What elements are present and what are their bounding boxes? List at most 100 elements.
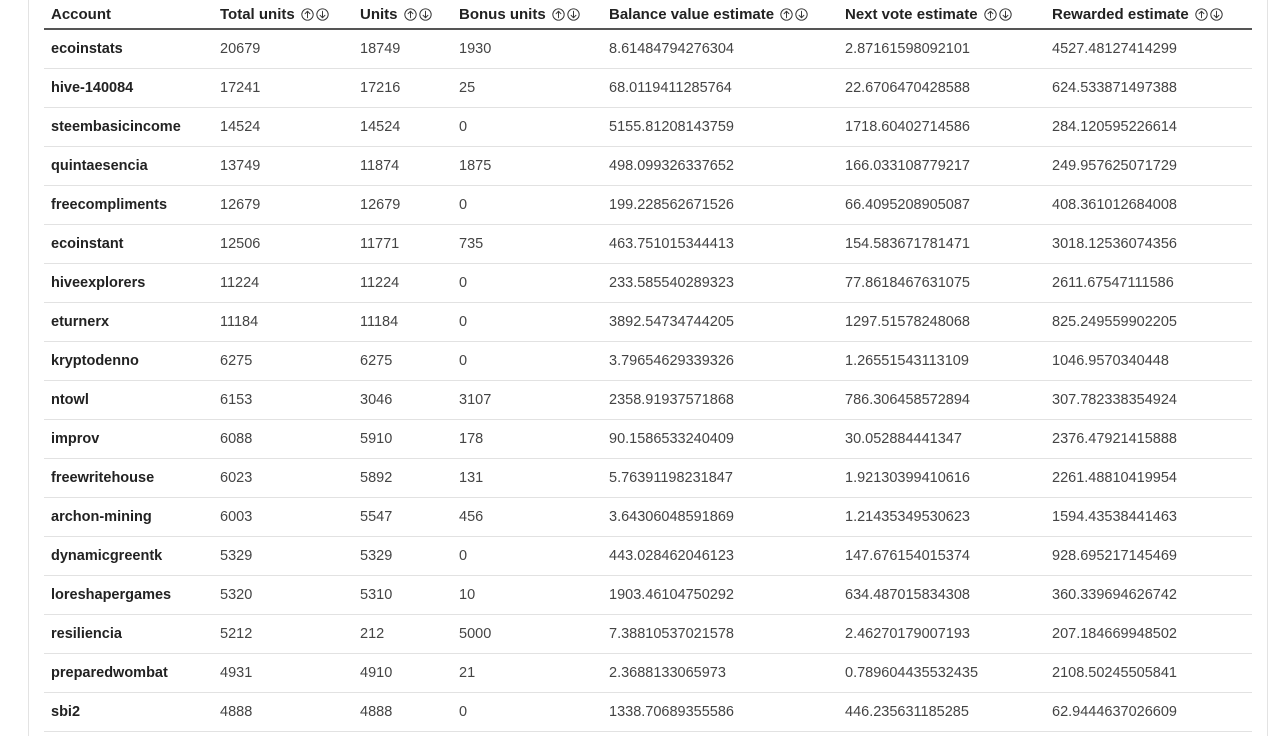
account-name: freecompliments bbox=[44, 185, 213, 225]
cell-balance-value-estimate: 3892.54734744205 bbox=[602, 302, 838, 342]
cell-balance-value-estimate: 5155.81208143759 bbox=[602, 107, 838, 147]
cell-next-vote-estimate: 30.052884441347 bbox=[838, 419, 1045, 459]
cell-rewarded-estimate: 1594.43538441463 bbox=[1045, 497, 1252, 537]
cell-rewarded-estimate: 2376.47921415888 bbox=[1045, 419, 1252, 459]
cell-bonus-units: 178 bbox=[452, 419, 602, 459]
arrow-down-circle-icon[interactable] bbox=[999, 7, 1012, 21]
account-name: ecoinstant bbox=[44, 224, 213, 264]
cell-next-vote-estimate: 77.8618467631075 bbox=[838, 263, 1045, 303]
cell-total-units: 6023 bbox=[213, 458, 353, 498]
cell-rewarded-estimate: 624.533871497388 bbox=[1045, 68, 1252, 108]
table-row: steembasicincome 14524 14524 0 5155.81208143… bbox=[44, 107, 1252, 147]
cell-next-vote-estimate: 1.92130399410616 bbox=[838, 458, 1045, 498]
cell-units: 18749 bbox=[353, 29, 452, 69]
cell-bonus-units: 10 bbox=[452, 575, 602, 615]
cell-bonus-units: 3107 bbox=[452, 380, 602, 420]
table-row: freecompliments 12679 12679 0 199.2285626715… bbox=[44, 185, 1252, 225]
account-name: ecoinstats bbox=[44, 29, 213, 69]
column-header-label: Account bbox=[51, 5, 111, 23]
cell-next-vote-estimate: 786.306458572894 bbox=[838, 380, 1045, 420]
cell-rewarded-estimate: 249.957625071729 bbox=[1045, 146, 1252, 186]
cell-total-units: 12679 bbox=[213, 185, 353, 225]
cell-units: 5310 bbox=[353, 575, 452, 615]
cell-bonus-units: 21 bbox=[452, 653, 602, 693]
arrow-up-circle-icon[interactable] bbox=[984, 7, 997, 21]
cell-units: 11184 bbox=[353, 302, 452, 342]
cell-balance-value-estimate: 463.751015344413 bbox=[602, 224, 838, 264]
table-row: improv 6088 5910 178 90.1586533240409 30.0528… bbox=[44, 419, 1252, 459]
cell-next-vote-estimate: 154.583671781471 bbox=[838, 224, 1045, 264]
column-header-rewarded-estimate: Rewarded estimate bbox=[1045, 0, 1252, 30]
cell-rewarded-estimate: 2261.48810419954 bbox=[1045, 458, 1252, 498]
cell-next-vote-estimate: 2.46270179007193 bbox=[838, 614, 1045, 654]
cell-balance-value-estimate: 5.76391198231847 bbox=[602, 458, 838, 498]
account-name: eturnerx bbox=[44, 302, 213, 342]
table-row: ecoinstats 20679 18749 1930 8.61484794276304… bbox=[44, 29, 1252, 69]
account-name: dynamicgreentk bbox=[44, 536, 213, 576]
cell-total-units: 12506 bbox=[213, 224, 353, 264]
cell-bonus-units: 1875 bbox=[452, 146, 602, 186]
cell-total-units: 13749 bbox=[213, 146, 353, 186]
cell-total-units: 6275 bbox=[213, 341, 353, 381]
table-row: ntowl 6153 3046 3107 2358.91937571868 786.306… bbox=[44, 380, 1252, 420]
cell-total-units: 5212 bbox=[213, 614, 353, 654]
table-row: hiveexplorers 11224 11224 0 233.585540289323… bbox=[44, 263, 1252, 303]
account-name: preparedwombat bbox=[44, 653, 213, 693]
cell-rewarded-estimate: 3018.12536074356 bbox=[1045, 224, 1252, 264]
cell-rewarded-estimate: 360.339694626742 bbox=[1045, 575, 1252, 615]
cell-units: 4888 bbox=[353, 692, 452, 732]
cell-total-units: 11224 bbox=[213, 263, 353, 303]
arrow-up-circle-icon[interactable] bbox=[552, 7, 565, 21]
cell-units: 212 bbox=[353, 614, 452, 654]
cell-rewarded-estimate: 2611.67547111586 bbox=[1045, 263, 1252, 303]
account-name: steembasicincome bbox=[44, 107, 213, 147]
cell-rewarded-estimate: 62.9444637026609 bbox=[1045, 692, 1252, 732]
cell-bonus-units: 735 bbox=[452, 224, 602, 264]
cell-bonus-units: 0 bbox=[452, 536, 602, 576]
arrow-down-circle-icon[interactable] bbox=[418, 7, 432, 21]
column-header-label: Total units bbox=[220, 5, 295, 23]
column-header-balance-value-estimate: Balance value estimate bbox=[602, 0, 838, 30]
column-header-label: Bonus units bbox=[459, 5, 546, 23]
table-row: ecoinstant 12506 11771 735 463.751015344413 1… bbox=[44, 224, 1252, 264]
cell-rewarded-estimate: 284.120595226614 bbox=[1045, 107, 1252, 147]
cell-next-vote-estimate: 66.4095208905087 bbox=[838, 185, 1045, 225]
cell-next-vote-estimate: 147.676154015374 bbox=[838, 536, 1045, 576]
column-header-bonus-units: Bonus units bbox=[452, 0, 602, 30]
cell-rewarded-estimate: 4527.48127414299 bbox=[1045, 29, 1252, 69]
cell-units: 11771 bbox=[353, 224, 452, 264]
account-name: kryptodenno bbox=[44, 341, 213, 381]
arrow-down-circle-icon[interactable] bbox=[567, 7, 580, 21]
column-header-label: Next vote estimate bbox=[845, 5, 978, 23]
account-name: hiveexplorers bbox=[44, 263, 213, 303]
table-body: ecoinstats 20679 18749 1930 8.61484794276304… bbox=[44, 29, 1252, 732]
cell-balance-value-estimate: 7.38810537021578 bbox=[602, 614, 838, 654]
cell-units: 12679 bbox=[353, 185, 452, 225]
cell-total-units: 6153 bbox=[213, 380, 353, 420]
cell-bonus-units: 0 bbox=[452, 341, 602, 381]
column-header-account: Account bbox=[44, 0, 213, 30]
cell-bonus-units: 25 bbox=[452, 68, 602, 108]
arrow-down-circle-icon[interactable] bbox=[316, 7, 329, 21]
cell-units: 4910 bbox=[353, 653, 452, 693]
arrow-up-circle-icon[interactable] bbox=[1195, 7, 1208, 21]
cell-next-vote-estimate: 22.6706470428588 bbox=[838, 68, 1045, 108]
arrow-up-circle-icon[interactable] bbox=[403, 7, 417, 21]
cell-balance-value-estimate: 90.1586533240409 bbox=[602, 419, 838, 459]
cell-rewarded-estimate: 2108.50245505841 bbox=[1045, 653, 1252, 693]
account-name: freewritehouse bbox=[44, 458, 213, 498]
cell-balance-value-estimate: 1338.70689355586 bbox=[602, 692, 838, 732]
accounts-table: Account Total units Units Bonus units Bal… bbox=[44, 0, 1252, 732]
arrow-down-circle-icon[interactable] bbox=[1210, 7, 1223, 21]
arrow-up-circle-icon[interactable] bbox=[780, 7, 793, 21]
cell-total-units: 14524 bbox=[213, 107, 353, 147]
cell-bonus-units: 0 bbox=[452, 107, 602, 147]
cell-total-units: 5320 bbox=[213, 575, 353, 615]
table-row: kryptodenno 6275 6275 0 3.79654629339326 1.26… bbox=[44, 341, 1252, 381]
cell-next-vote-estimate: 2.87161598092101 bbox=[838, 29, 1045, 69]
cell-next-vote-estimate: 1.26551543113109 bbox=[838, 341, 1045, 381]
arrow-down-circle-icon[interactable] bbox=[795, 7, 808, 21]
cell-bonus-units: 456 bbox=[452, 497, 602, 537]
cell-rewarded-estimate: 928.695217145469 bbox=[1045, 536, 1252, 576]
arrow-up-circle-icon[interactable] bbox=[301, 7, 314, 21]
